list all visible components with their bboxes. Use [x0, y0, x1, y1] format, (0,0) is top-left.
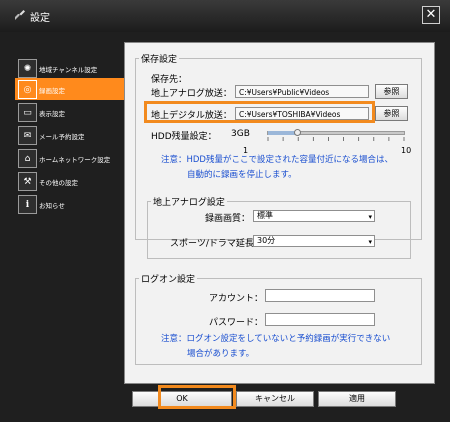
wrench-icon: ⚒	[18, 172, 37, 191]
dialog-button-bar: OK キャンセル 適用	[124, 385, 433, 410]
antenna-icon: ✺	[18, 59, 37, 78]
hdd-slider-ticks	[267, 137, 405, 141]
sidebar-item-label: 表示設定	[39, 110, 65, 118]
sidebar-item-label: メール予約設定	[39, 133, 85, 141]
quality-label: 録画画質：	[205, 214, 251, 224]
sidebar-item-label: ホームネットワーク設定	[39, 156, 111, 164]
analog-label: 地上アナログ放送：	[151, 89, 232, 99]
title-bar: 設定 ✕	[0, 0, 450, 32]
chevron-down-icon: ▾	[368, 238, 372, 246]
logon-group-title: ログオン設定	[139, 272, 198, 285]
sidebar-item-network[interactable]: ⌂ ホームネットワーク設定	[15, 147, 125, 169]
hdd-label: HDD残量設定：	[151, 132, 217, 142]
record-icon: ◎	[18, 80, 37, 99]
cancel-button[interactable]: キャンセル	[236, 391, 314, 407]
analog-path-field[interactable]: C:¥Users¥Public¥Videos	[235, 85, 369, 98]
sidebar-item-other[interactable]: ⚒ その他の設定	[15, 170, 125, 192]
account-input[interactable]	[265, 289, 375, 302]
destination-label: 保存先：	[151, 75, 188, 85]
digital-path-field[interactable]: C:¥Users¥TOSHIBA¥Videos	[235, 107, 369, 120]
logon-note-line1: 注意：ログオン設定をしていないと予約録画が実行できない	[161, 334, 391, 344]
sidebar: ✺ 地域チャンネル設定 ◎ 録画設定 ▭ 表示設定 ✉ メール予約設定 ⌂ ホー…	[13, 45, 125, 405]
analog-settings-title: 地上アナログ設定	[151, 195, 227, 208]
window-title: 設定	[30, 13, 50, 24]
account-label: アカウント：	[209, 294, 264, 304]
extend-label: スポーツ/ドラマ延長：	[170, 239, 263, 249]
display-icon: ▭	[18, 103, 37, 122]
logon-note-line2: 場合があります。	[187, 349, 255, 359]
extend-select[interactable]: 30分 ▾	[253, 235, 375, 247]
digital-browse-button[interactable]: 参照	[375, 106, 408, 121]
password-label: パスワード：	[209, 318, 264, 328]
sidebar-item-label: お知らせ	[39, 202, 65, 210]
apply-button[interactable]: 適用	[318, 391, 396, 407]
close-button[interactable]: ✕	[422, 6, 440, 24]
hdd-note-line1: 注意：HDD残量がここで設定された容量付近になる場合は、	[161, 155, 393, 165]
hdd-note-line2: 自動的に録画を停止します。	[187, 170, 297, 180]
sidebar-item-display[interactable]: ▭ 表示設定	[15, 101, 125, 123]
password-input[interactable]	[265, 313, 375, 326]
digital-label: 地上デジタル放送：	[151, 111, 232, 121]
settings-panel: 保存設定 保存先： 地上アナログ放送： C:¥Users¥Public¥Vide…	[124, 42, 435, 384]
storage-group-title: 保存設定	[139, 52, 180, 65]
sidebar-item-label: 録画設定	[39, 87, 65, 95]
sidebar-item-label: その他の設定	[39, 179, 78, 187]
ok-highlight-box	[158, 385, 236, 409]
sidebar-item-label: 地域チャンネル設定	[39, 66, 98, 74]
hdd-slider-fill	[268, 131, 298, 135]
chevron-down-icon: ▾	[368, 213, 372, 221]
settings-wrench-icon	[15, 10, 25, 20]
sidebar-item-recording[interactable]: ◎ 録画設定	[15, 78, 125, 100]
info-icon: i	[18, 195, 37, 214]
sidebar-item-info[interactable]: i お知らせ	[15, 193, 125, 215]
analog-browse-button[interactable]: 参照	[375, 84, 408, 99]
hdd-value: 3GB	[231, 129, 250, 139]
quality-select-value: 標準	[257, 211, 273, 220]
network-icon: ⌂	[18, 149, 37, 168]
mail-icon: ✉	[18, 126, 37, 145]
sidebar-item-mail[interactable]: ✉ メール予約設定	[15, 124, 125, 146]
quality-select[interactable]: 標準 ▾	[253, 210, 375, 222]
slider-max-label: 10	[401, 146, 412, 155]
sidebar-item-channel[interactable]: ✺ 地域チャンネル設定	[15, 57, 125, 79]
settings-window: 設定 ✕ ✺ 地域チャンネル設定 ◎ 録画設定 ▭ 表示設定 ✉ メール予約設定…	[0, 0, 450, 422]
extend-select-value: 30分	[257, 236, 276, 245]
